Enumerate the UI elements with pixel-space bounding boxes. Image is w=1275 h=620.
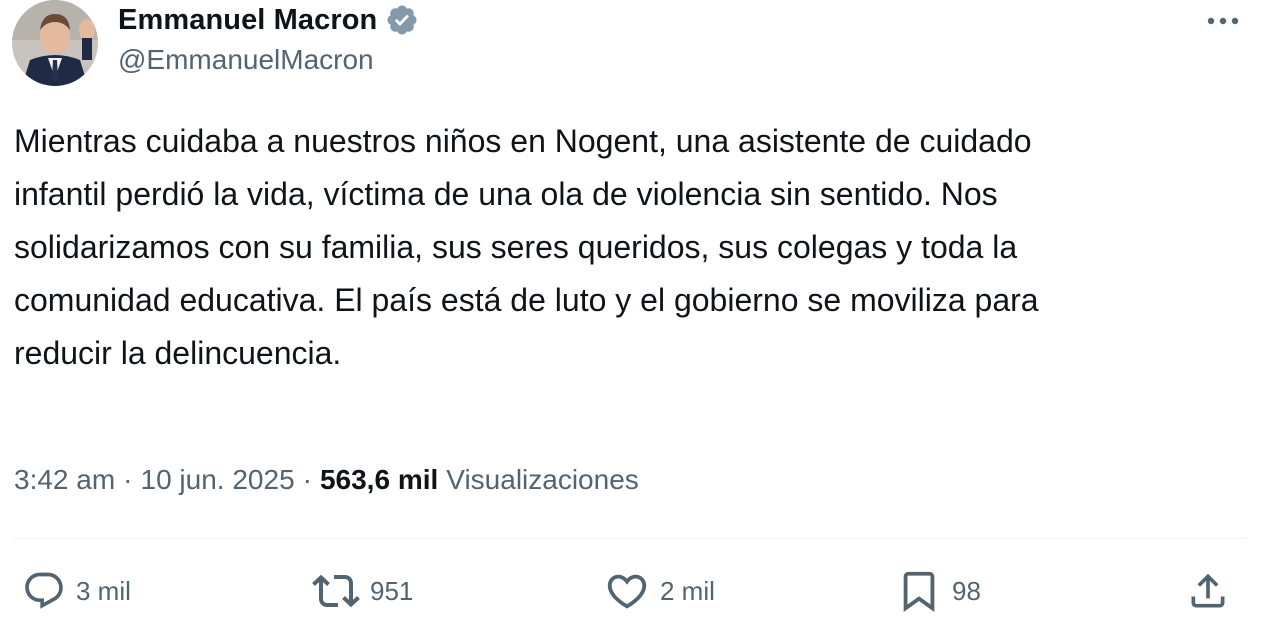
- retweet-button[interactable]: 951: [312, 566, 413, 616]
- author-name-row: Emmanuel Macron: [118, 0, 419, 40]
- bookmark-icon: [903, 571, 935, 612]
- tweet-time[interactable]: 3:42 am: [14, 464, 115, 496]
- views-label[interactable]: Visualizaciones: [446, 464, 639, 496]
- verified-badge-icon[interactable]: [385, 3, 419, 37]
- meta-separator: ·: [302, 464, 312, 495]
- bookmark-count: 98: [952, 575, 981, 606]
- meta-separator: ·: [123, 464, 133, 495]
- author-handle[interactable]: @EmmanuelMacron: [118, 44, 374, 76]
- retweet-count: 951: [370, 575, 414, 606]
- tweet-meta: 3:42 am · 10 jun. 2025 · 563,6 mil Visua…: [14, 458, 639, 502]
- avatar-image: [12, 0, 98, 86]
- like-button[interactable]: 2 mil: [604, 566, 715, 616]
- like-count: 2 mil: [660, 575, 715, 606]
- views-count[interactable]: 563,6 mil: [320, 464, 438, 496]
- reply-count: 3 mil: [76, 575, 131, 606]
- tweet-text: Mientras cuidaba a nuestros niños en Nog…: [14, 123, 1039, 371]
- author-display-name[interactable]: Emmanuel Macron: [118, 4, 377, 37]
- more-options-button[interactable]: [1196, 6, 1250, 36]
- tweet-date[interactable]: 10 jun. 2025: [141, 464, 295, 496]
- retweet-icon: [312, 574, 360, 608]
- avatar[interactable]: [12, 0, 98, 86]
- heart-icon: [607, 574, 647, 609]
- reply-button[interactable]: 3 mil: [22, 566, 131, 616]
- bookmark-button[interactable]: 98: [896, 566, 981, 616]
- share-icon: [1191, 573, 1225, 608]
- share-button[interactable]: [1186, 566, 1230, 616]
- reply-icon: [25, 572, 63, 609]
- more-dots-icon: [1207, 17, 1239, 25]
- divider: [14, 538, 1246, 539]
